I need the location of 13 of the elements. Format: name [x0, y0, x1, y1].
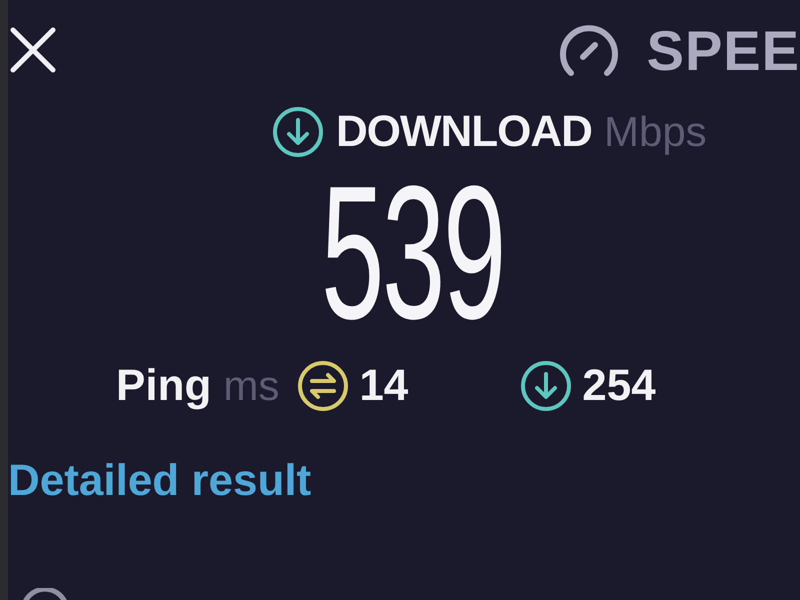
app-title: SPEE: [646, 18, 800, 82]
transfer-icon: [297, 360, 350, 412]
stat-value: 254: [582, 361, 656, 411]
download-speed: 539: [321, 158, 504, 348]
close-icon[interactable]: [10, 27, 56, 73]
stat-value: 14: [359, 361, 408, 411]
download-label: DOWNLOAD: [336, 107, 592, 157]
detailed-result-link[interactable]: Detailed result: [8, 456, 312, 506]
download-icon: [520, 360, 572, 412]
unit-label: Mbps: [604, 108, 707, 156]
ping-label: Ping: [116, 361, 212, 411]
unit-label: ms: [223, 362, 280, 410]
download-icon: [272, 106, 324, 158]
